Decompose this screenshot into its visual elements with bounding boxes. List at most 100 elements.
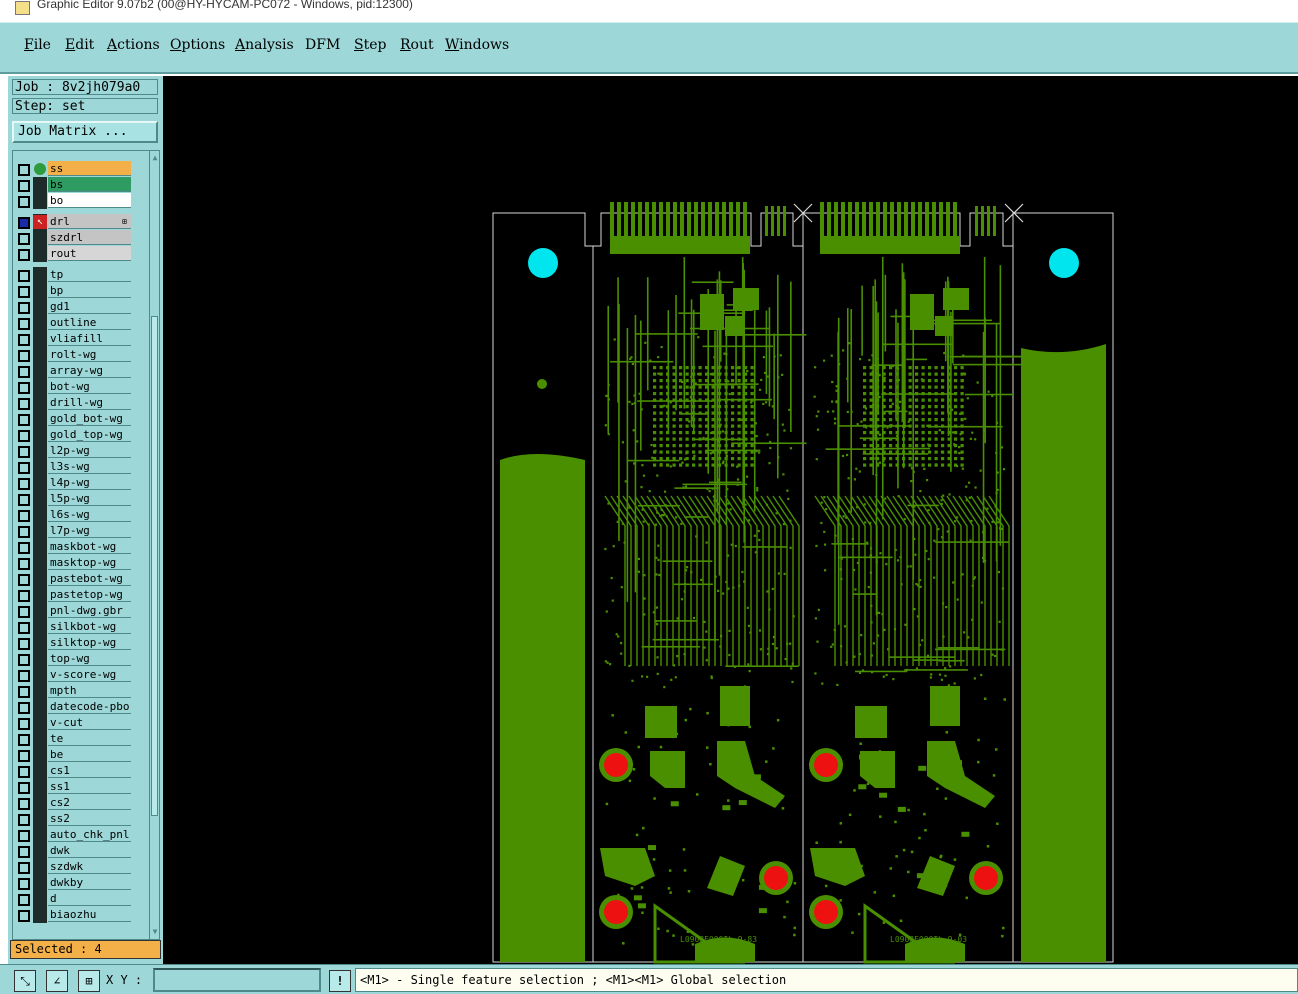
layer-affected-slot[interactable] — [33, 331, 47, 347]
layer-row-bp[interactable]: bp — [13, 283, 137, 299]
snap-grid-icon[interactable]: ⊞ — [78, 970, 100, 992]
layer-checkbox[interactable] — [18, 180, 30, 192]
menu-rout[interactable]: Rout — [400, 37, 434, 53]
layer-row-array-wg[interactable]: array-wg — [13, 363, 137, 379]
layer-row-silktop-wg[interactable]: silktop-wg — [13, 635, 137, 651]
layer-affected-slot[interactable] — [33, 651, 47, 667]
layer-row-d[interactable]: d — [13, 891, 137, 907]
layer-checkbox[interactable] — [18, 750, 30, 762]
layer-row-dwk[interactable]: dwk — [13, 843, 137, 859]
layer-affected-slot[interactable] — [33, 731, 47, 747]
layer-row-drl[interactable]: drl ↖ ⊞ — [13, 214, 137, 230]
job-matrix-button[interactable]: Job Matrix ... — [12, 121, 158, 143]
layer-affected-slot[interactable] — [33, 827, 47, 843]
layer-checkbox[interactable] — [18, 590, 30, 602]
layer-checkbox[interactable] — [18, 542, 30, 554]
layer-affected-slot[interactable] — [33, 683, 47, 699]
layer-affected-slot[interactable] — [33, 795, 47, 811]
zoom-area-icon[interactable]: ⤡ — [14, 970, 36, 992]
layer-row-drill-wg[interactable]: drill-wg — [13, 395, 137, 411]
measure-icon[interactable]: ∠ — [46, 970, 68, 992]
layer-checkbox[interactable] — [18, 334, 30, 346]
layer-checkbox[interactable] — [18, 164, 30, 176]
layer-row-l2p-wg[interactable]: l2p-wg — [13, 443, 137, 459]
layer-checkbox[interactable] — [18, 462, 30, 474]
scroll-up-icon[interactable]: ▲ — [150, 153, 159, 163]
layer-row-ss2[interactable]: ss2 — [13, 811, 137, 827]
layer-checkbox[interactable] — [18, 862, 30, 874]
layer-affected-slot[interactable] — [33, 875, 47, 891]
layer-affected-slot[interactable] — [33, 283, 47, 299]
layer-row-cs1[interactable]: cs1 — [13, 763, 137, 779]
layer-affected-slot[interactable] — [33, 246, 47, 262]
layer-checkbox[interactable] — [18, 494, 30, 506]
layer-row-l4p-wg[interactable]: l4p-wg — [13, 475, 137, 491]
layer-checkbox[interactable] — [18, 574, 30, 586]
layer-affected-slot[interactable] — [33, 523, 47, 539]
layer-checkbox[interactable] — [18, 622, 30, 634]
layer-checkbox[interactable] — [18, 718, 30, 730]
layer-checkbox[interactable] — [18, 798, 30, 810]
layer-affected-slot[interactable] — [33, 843, 47, 859]
layer-checkbox[interactable] — [18, 910, 30, 922]
layer-row-dwkby[interactable]: dwkby — [13, 875, 137, 891]
menu-dfm[interactable]: DFM — [305, 37, 340, 53]
layer-affected-slot[interactable] — [33, 379, 47, 395]
layer-affected-slot[interactable] — [33, 747, 47, 763]
layer-row-masktop-wg[interactable]: masktop-wg — [13, 555, 137, 571]
layer-affected-slot[interactable] — [33, 411, 47, 427]
layer-checkbox[interactable] — [18, 766, 30, 778]
layer-checkbox[interactable] — [18, 814, 30, 826]
layer-affected-slot[interactable] — [33, 763, 47, 779]
layer-affected-slot[interactable] — [33, 587, 47, 603]
layer-row-pastetop-wg[interactable]: pastetop-wg — [13, 587, 137, 603]
layer-row-datecode-pbo[interactable]: datecode-pbo — [13, 699, 137, 715]
layer-checkbox[interactable] — [18, 286, 30, 298]
layer-row-v-cut[interactable]: v-cut — [13, 715, 137, 731]
layer-checkbox[interactable] — [18, 558, 30, 570]
layer-row-gold-top-wg[interactable]: gold_top-wg — [13, 427, 137, 443]
layer-checkbox[interactable] — [18, 510, 30, 522]
layer-checkbox[interactable] — [18, 526, 30, 538]
layer-checkbox[interactable] — [18, 782, 30, 794]
layer-row-ss[interactable]: ss — [13, 161, 137, 177]
layer-row-top-wg[interactable]: top-wg — [13, 651, 137, 667]
menu-options[interactable]: Options — [170, 37, 225, 53]
layer-checkbox[interactable] — [18, 398, 30, 410]
layer-checkbox[interactable] — [18, 478, 30, 490]
layer-row-szdrl[interactable]: szdrl — [13, 230, 137, 246]
layer-checkbox[interactable] — [18, 878, 30, 890]
layer-checkbox[interactable] — [18, 382, 30, 394]
layer-row-bo[interactable]: bo — [13, 193, 137, 209]
scroll-down-icon[interactable]: ▼ — [150, 927, 159, 937]
layer-affected-slot[interactable] — [33, 193, 47, 209]
layer-options-icon[interactable]: ⊞ — [122, 217, 127, 226]
layer-row-v-score-wg[interactable]: v-score-wg — [13, 667, 137, 683]
layer-checkbox[interactable] — [18, 830, 30, 842]
layer-affected-slot[interactable] — [33, 230, 47, 246]
layer-checkbox[interactable] — [18, 654, 30, 666]
layer-affected-slot[interactable] — [33, 315, 47, 331]
layer-checkbox[interactable] — [18, 894, 30, 906]
layer-checkbox[interactable] — [18, 430, 30, 442]
layer-affected-slot[interactable] — [33, 491, 47, 507]
layer-checkbox[interactable] — [18, 638, 30, 650]
menu-file[interactable]: File — [24, 37, 51, 53]
layer-row-biaozhu[interactable]: biaozhu — [13, 907, 137, 923]
layer-affected-slot[interactable] — [33, 715, 47, 731]
layer-row-l3s-wg[interactable]: l3s-wg — [13, 459, 137, 475]
layer-checkbox[interactable] — [18, 249, 30, 261]
layer-affected-slot[interactable] — [33, 507, 47, 523]
layer-row-vliafill[interactable]: vliafill — [13, 331, 137, 347]
layer-checkbox[interactable] — [18, 318, 30, 330]
layer-affected-slot[interactable] — [33, 539, 47, 555]
layer-affected-slot[interactable] — [33, 459, 47, 475]
menu-windows[interactable]: Windows — [445, 37, 509, 53]
layer-affected-slot[interactable] — [33, 571, 47, 587]
layer-affected-slot[interactable] — [33, 347, 47, 363]
layer-checkbox[interactable] — [18, 350, 30, 362]
layer-checkbox[interactable] — [18, 366, 30, 378]
layer-affected-slot[interactable] — [33, 603, 47, 619]
graphic-canvas[interactable]: L0908E000Ib-9-83 L0908E000Ib-9-03 — [163, 76, 1298, 964]
layer-row-rolt-wg[interactable]: rolt-wg — [13, 347, 137, 363]
